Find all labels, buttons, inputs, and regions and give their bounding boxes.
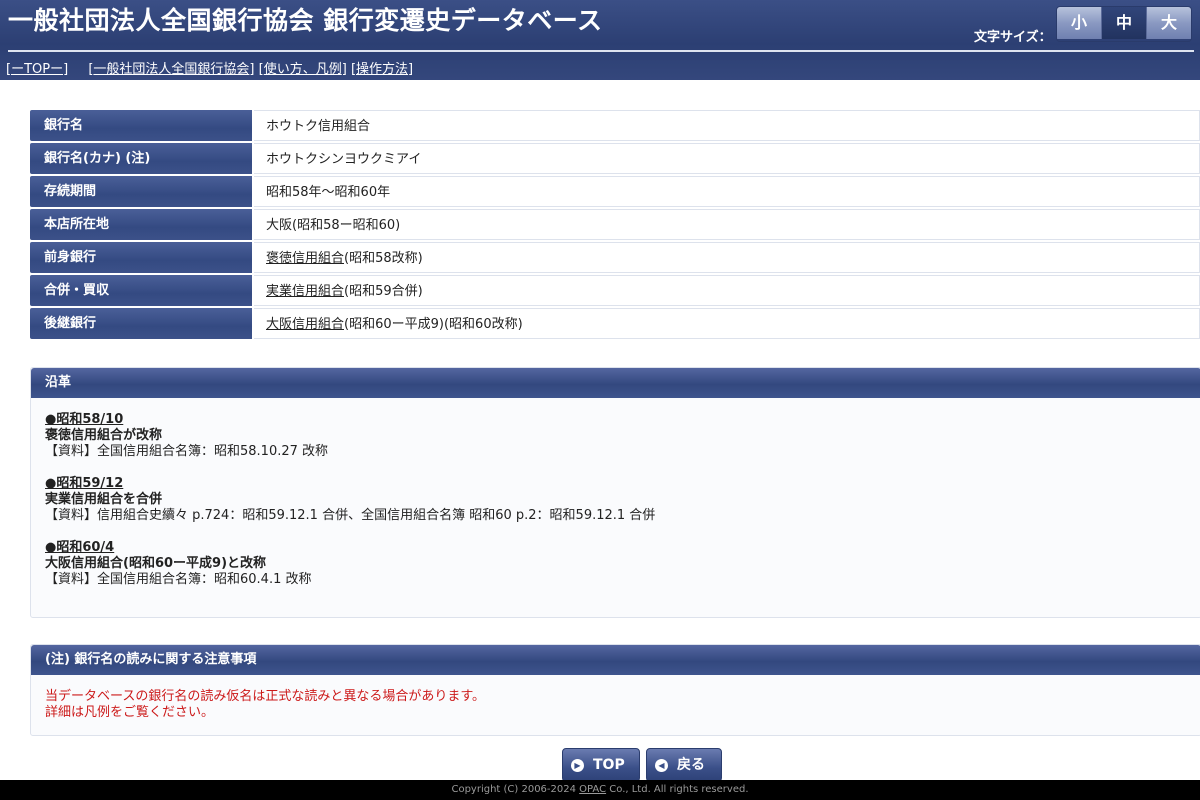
merger-value: 実業信用組合(昭和59合併): [254, 275, 1200, 306]
note-body: 当データベースの銀行名の読み仮名は正式な読みと異なる場合があります。 詳細は凡例…: [31, 675, 1200, 721]
history-source: 【資料】信用組合史續々 p.724：昭和59.12.1 合併、全国信用組合名簿 …: [45, 508, 656, 523]
back-button[interactable]: ◀ 戻る: [646, 748, 722, 782]
history-title: 褒徳信用組合が改称: [45, 428, 163, 443]
predecessor-value: 褒徳信用組合(昭和58改称): [254, 242, 1200, 273]
period-value: 昭和58年～昭和60年: [254, 176, 1200, 207]
font-size-label: 文字サイズ：: [974, 30, 1052, 45]
top-button[interactable]: ▶ TOP: [562, 748, 640, 782]
history-date: ●昭和59/12: [45, 476, 124, 491]
bank-name-value: ホウトク信用組合: [254, 110, 1200, 141]
bank-kana-value: ホウトクシンヨウクミアイ: [254, 143, 1200, 174]
info-row-predecessor: 前身銀行 褒徳信用組合(昭和58改称): [30, 242, 1200, 273]
history-entry: ●昭和58/10 褒徳信用組合が改称 【資料】全国信用組合名簿：昭和58.10.…: [45, 412, 1200, 460]
info-row-bank-name: 銀行名 ホウトク信用組合: [30, 110, 1200, 141]
history-entry: ●昭和59/12 実業信用組合を合併 【資料】信用組合史續々 p.724：昭和5…: [45, 476, 1200, 524]
bank-kana-label: 銀行名(カナ) (注): [30, 143, 252, 174]
history-source: 【資料】全国信用組合名簿：昭和58.10.27 改称: [45, 444, 329, 459]
hq-value: 大阪(昭和58ー昭和60): [254, 209, 1200, 240]
reading-note-panel: (注) 銀行名の読みに関する注意事項 当データベースの銀行名の読み仮名は正式な読…: [30, 644, 1200, 736]
top-button-label: TOP: [593, 757, 625, 773]
successor-bank-link[interactable]: 大阪信用組合: [266, 317, 344, 332]
history-source: 【資料】全国信用組合名簿：昭和60.4.1 改称: [45, 572, 312, 587]
history-list: ●昭和58/10 褒徳信用組合が改称 【資料】全国信用組合名簿：昭和58.10.…: [31, 398, 1200, 588]
merger-note: (昭和59合併): [344, 284, 423, 299]
nav-bracket-close: ]: [249, 62, 255, 77]
history-date: ●昭和58/10: [45, 412, 124, 427]
info-row-period: 存続期間 昭和58年～昭和60年: [30, 176, 1200, 207]
successor-note: (昭和60ー平成9)(昭和60改称): [344, 317, 523, 332]
back-arrow-icon: ◀: [655, 759, 668, 772]
history-title: 大阪信用組合(昭和60ー平成9)と改称: [45, 556, 267, 571]
site-header: 一般社団法人全国銀行協会 銀行変遷史データベース 文字サイズ： 小 中 大 [ー…: [0, 0, 1200, 80]
history-heading: 沿革: [31, 368, 1200, 398]
history-date: ●昭和60/4: [45, 540, 115, 555]
history-panel: 沿革 ●昭和58/10 褒徳信用組合が改称 【資料】全国信用組合名簿：昭和58.…: [30, 367, 1200, 618]
note-line-2: 詳細は凡例をご覧ください。: [45, 705, 215, 720]
nav-link-operation[interactable]: 操作方法: [356, 62, 408, 77]
header-divider: [8, 50, 1194, 52]
font-size-small-button[interactable]: 小: [1057, 7, 1102, 39]
play-icon: ▶: [571, 759, 584, 772]
font-size-selector: 小 中 大: [1056, 6, 1192, 42]
note-heading: (注) 銀行名の読みに関する注意事項: [31, 645, 1200, 675]
copyright-suffix: Co., Ltd. All rights reserved.: [606, 784, 749, 795]
site-title: 一般社団法人全国銀行協会 銀行変遷史データベース: [8, 6, 603, 35]
nav-bracket-close: ]: [341, 62, 347, 77]
nav-link-zenginkyo[interactable]: 一般社団法人全国銀行協会: [93, 62, 249, 77]
predecessor-bank-link[interactable]: 褒徳信用組合: [266, 251, 344, 266]
predecessor-note: (昭和58改称): [344, 251, 423, 266]
nav-top-link[interactable]: [ーTOPー]: [6, 62, 68, 77]
note-line-1: 当データベースの銀行名の読み仮名は正式な読みと異なる場合があります。: [45, 689, 486, 704]
bank-info-table: 銀行名 ホウトク信用組合 銀行名(カナ) (注) ホウトクシンヨウクミアイ 存続…: [30, 110, 1200, 341]
opac-link[interactable]: OPAC: [579, 784, 606, 795]
info-row-successor: 後継銀行 大阪信用組合(昭和60ー平成9)(昭和60改称): [30, 308, 1200, 339]
merger-bank-link[interactable]: 実業信用組合: [266, 284, 344, 299]
footer: Copyright (C) 2006-2024 OPAC Co., Ltd. A…: [0, 780, 1200, 800]
merger-label: 合併・買収: [30, 275, 252, 306]
nav-bracket-close: ]: [408, 62, 414, 77]
history-entry: ●昭和60/4 大阪信用組合(昭和60ー平成9)と改称 【資料】全国信用組合名簿…: [45, 540, 1200, 588]
history-title: 実業信用組合を合併: [45, 492, 163, 507]
top-nav: [ーTOPー] [一般社団法人全国銀行協会] [使い方、凡例] [操作方法]: [6, 58, 413, 77]
copyright-prefix: Copyright (C) 2006-2024: [451, 784, 580, 795]
hq-label: 本店所在地: [30, 209, 252, 240]
font-size-medium-button[interactable]: 中: [1102, 7, 1147, 39]
back-button-label: 戻る: [677, 757, 705, 773]
info-row-merger: 合併・買収 実業信用組合(昭和59合併): [30, 275, 1200, 306]
nav-link-usage[interactable]: 使い方、凡例: [264, 62, 342, 77]
successor-value: 大阪信用組合(昭和60ー平成9)(昭和60改称): [254, 308, 1200, 339]
successor-label: 後継銀行: [30, 308, 252, 339]
info-row-bank-kana: 銀行名(カナ) (注) ホウトクシンヨウクミアイ: [30, 143, 1200, 174]
font-size-large-button[interactable]: 大: [1147, 7, 1191, 39]
bank-name-label: 銀行名: [30, 110, 252, 141]
predecessor-label: 前身銀行: [30, 242, 252, 273]
info-row-hq: 本店所在地 大阪(昭和58ー昭和60): [30, 209, 1200, 240]
period-label: 存続期間: [30, 176, 252, 207]
